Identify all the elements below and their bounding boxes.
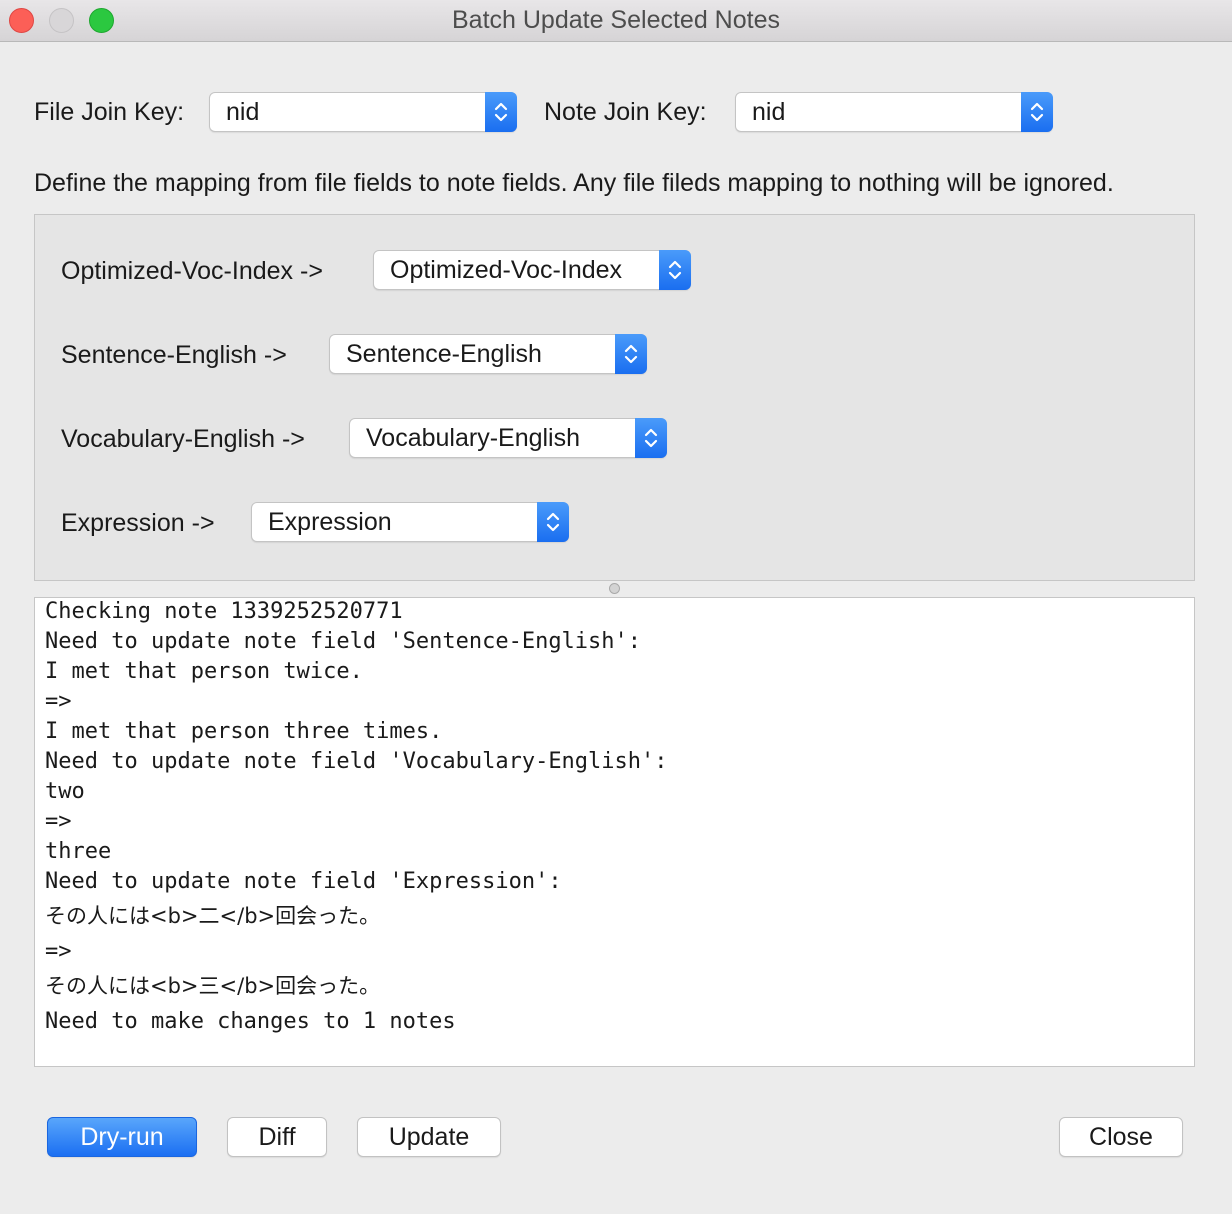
log-line: Checking note 1339252520771 (45, 599, 403, 624)
mapping-target-select[interactable]: Sentence-English (329, 334, 647, 374)
file-join-key-value: nid (226, 98, 260, 126)
close-button[interactable]: Close (1059, 1117, 1183, 1157)
chevron-updown-icon (537, 502, 569, 542)
chevron-updown-icon (635, 418, 667, 458)
log-line: その人には<b>三</b>回会った。 (45, 974, 381, 998)
log-line: Need to update note field 'Expression': (45, 869, 562, 894)
log-line: two (45, 779, 85, 804)
field-mapping-panel: Optimized-Voc-Index -> Optimized-Voc-Ind… (34, 214, 1195, 581)
chevron-updown-icon (485, 92, 517, 132)
mapping-source-label: Sentence-English -> (61, 341, 287, 369)
mapping-source-label: Expression -> (61, 509, 215, 537)
log-line: Need to update note field 'Sentence-Engl… (45, 629, 642, 654)
mapping-target-value: Expression (268, 508, 392, 536)
log-line: I met that person three times. (45, 719, 443, 744)
mapping-target-select[interactable]: Optimized-Voc-Index (373, 250, 691, 290)
note-join-key-value: nid (752, 98, 786, 126)
log-line: Need to make changes to 1 notes (45, 1009, 456, 1034)
log-line: => (45, 689, 72, 714)
log-line: Need to update note field 'Vocabulary-En… (45, 749, 668, 774)
log-line: => (45, 939, 72, 964)
split-view-handle[interactable] (609, 583, 620, 594)
log-output[interactable]: Checking note 1339252520771 Need to upda… (34, 597, 1195, 1067)
update-button[interactable]: Update (357, 1117, 501, 1157)
log-line: I met that person twice. (45, 659, 363, 684)
mapping-target-select[interactable]: Expression (251, 502, 569, 542)
diff-button[interactable]: Diff (227, 1117, 327, 1157)
chevron-updown-icon (659, 250, 691, 290)
dry-run-button[interactable]: Dry-run (47, 1117, 197, 1157)
log-line: その人には<b>二</b>回会った。 (45, 904, 381, 928)
note-join-key-label: Note Join Key: (544, 98, 707, 126)
file-join-key-label: File Join Key: (34, 98, 185, 126)
mapping-source-label: Optimized-Voc-Index -> (61, 257, 323, 285)
chevron-updown-icon (1021, 92, 1053, 132)
mapping-target-value: Optimized-Voc-Index (390, 256, 623, 284)
mapping-target-value: Sentence-English (346, 340, 542, 368)
title-bar[interactable]: Batch Update Selected Notes (0, 0, 1232, 42)
batch-update-window: Batch Update Selected Notes File Join Ke… (0, 0, 1232, 1214)
mapping-source-label: Vocabulary-English -> (61, 425, 305, 453)
mapping-target-select[interactable]: Vocabulary-English (349, 418, 667, 458)
mapping-target-value: Vocabulary-English (366, 424, 581, 452)
file-join-key-select[interactable]: nid (209, 92, 517, 132)
note-join-key-select[interactable]: nid (735, 92, 1053, 132)
log-line: => (45, 809, 72, 834)
mapping-instructions: Define the mapping from file fields to n… (34, 169, 1114, 197)
log-line: three (45, 839, 112, 864)
window-title: Batch Update Selected Notes (452, 6, 780, 34)
chevron-updown-icon (615, 334, 647, 374)
